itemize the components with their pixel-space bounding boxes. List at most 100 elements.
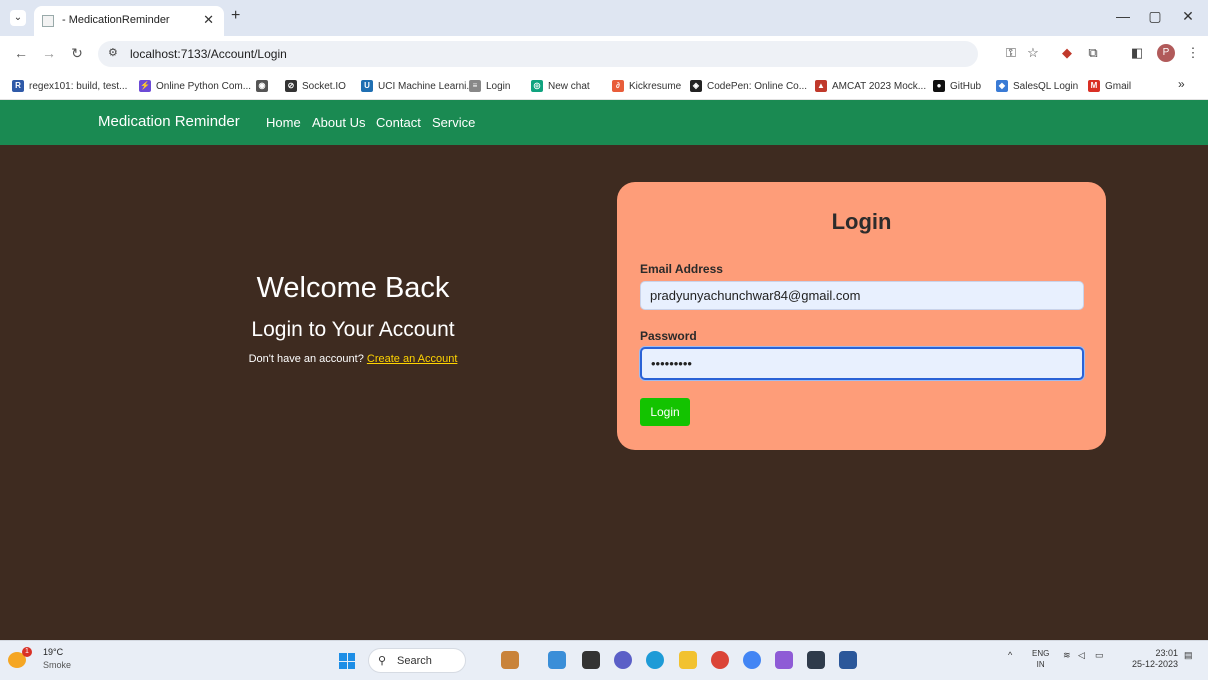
uci-icon: U bbox=[361, 80, 373, 92]
bookmark-label: Socket.IO bbox=[302, 80, 346, 92]
teams-app-icon[interactable] bbox=[548, 651, 566, 669]
weather-badge: 1 bbox=[22, 647, 32, 657]
amcat-icon: ▲ bbox=[815, 80, 827, 92]
browser-tab[interactable]: - MedicationReminder ✕ bbox=[34, 6, 224, 36]
word-icon[interactable] bbox=[839, 651, 857, 669]
create-account-link[interactable]: Create an Account bbox=[367, 353, 458, 365]
notifications-icon[interactable]: ▤ bbox=[1184, 650, 1193, 661]
login-subheading: Login to Your Account bbox=[251, 318, 455, 341]
bookmark-item[interactable]: Rregex101: build, test... bbox=[12, 78, 127, 94]
bookmark-item[interactable]: ∂ Kickresume bbox=[612, 78, 681, 94]
bookmark-item[interactable]: ◎ New chat bbox=[531, 78, 590, 94]
url-text: localhost:7133/Account/Login bbox=[130, 47, 287, 61]
weather-temperature[interactable]: 19°C bbox=[43, 647, 63, 657]
python-compiler-icon: ⚡ bbox=[139, 80, 151, 92]
bookmark-label: Gmail bbox=[1105, 80, 1132, 92]
password-field[interactable] bbox=[640, 347, 1084, 380]
bookmark-item[interactable]: M Gmail bbox=[1088, 78, 1131, 94]
clock-date: 25-12-2023 bbox=[1131, 659, 1178, 669]
email-label: Email Address bbox=[640, 262, 723, 276]
address-bar[interactable]: ⚙ localhost:7133/Account/Login bbox=[98, 41, 978, 67]
bookmark-item[interactable]: ◈ CodePen: Online Co... bbox=[690, 78, 807, 94]
browser-tab-strip: ⌄ - MedicationReminder ✕ + — ▢ ✕ bbox=[0, 0, 1208, 36]
maximize-button[interactable]: ▢ bbox=[1145, 8, 1165, 25]
bookmark-item[interactable]: ◉ bbox=[256, 78, 273, 94]
bookmark-label: Login bbox=[486, 80, 511, 92]
password-key-icon[interactable]: ⚿ bbox=[1002, 45, 1020, 61]
extension-icon[interactable]: ◆ bbox=[1058, 45, 1076, 61]
show-hidden-icons-icon[interactable]: ^ bbox=[1008, 650, 1012, 660]
browser-toolbar: ← → ↻ ⚙ localhost:7133/Account/Login ⚿ ☆… bbox=[0, 36, 1208, 72]
hero-section: Welcome Back Login to Your Account Don't… bbox=[0, 145, 1208, 640]
kickresume-icon: ∂ bbox=[612, 80, 624, 92]
site-info-icon[interactable]: ⚙ bbox=[108, 46, 118, 59]
nav-contact[interactable]: Contact bbox=[376, 115, 421, 130]
forward-arrow-icon[interactable]: → bbox=[40, 45, 58, 61]
more-bookmarks-icon[interactable]: » bbox=[1178, 77, 1185, 91]
globe-icon: ◉ bbox=[256, 80, 268, 92]
bookmark-label: GitHub bbox=[950, 80, 982, 92]
nav-service[interactable]: Service bbox=[432, 115, 475, 130]
site-brand[interactable]: Medication Reminder bbox=[98, 113, 240, 130]
taskbar-search[interactable]: ⚲ Search bbox=[368, 648, 466, 673]
socketio-icon: ⊘ bbox=[285, 80, 297, 92]
bookmark-label: CodePen: Online Co... bbox=[707, 80, 808, 92]
login-button[interactable]: Login bbox=[640, 398, 690, 426]
bookmark-item[interactable]: ▲ AMCAT 2023 Mock... bbox=[815, 78, 926, 94]
reload-icon[interactable]: ↻ bbox=[68, 45, 86, 62]
email-field[interactable] bbox=[640, 281, 1084, 310]
bookmark-item[interactable]: ≡ Login bbox=[469, 78, 510, 94]
visual-studio-icon[interactable] bbox=[775, 651, 793, 669]
profile-avatar[interactable]: P bbox=[1157, 44, 1175, 62]
bookmark-item[interactable]: ◆ SalesQL Login bbox=[996, 78, 1078, 94]
bookmark-item[interactable]: ● GitHub bbox=[933, 78, 981, 94]
bookmark-label: New chat bbox=[548, 80, 590, 92]
chrome-profile-icon[interactable] bbox=[743, 651, 761, 669]
tab-title: - MedicationReminder bbox=[62, 14, 170, 26]
wifi-icon[interactable]: ≋ bbox=[1063, 650, 1071, 661]
volume-icon[interactable]: ◁ bbox=[1078, 650, 1085, 661]
bookmark-item[interactable]: U UCI Machine Learni... bbox=[361, 78, 475, 94]
bookmark-label: Online Python Com... bbox=[156, 80, 252, 92]
close-window-button[interactable]: ✕ bbox=[1178, 8, 1198, 25]
nav-home[interactable]: Home bbox=[266, 115, 301, 130]
new-tab-button[interactable]: + bbox=[231, 7, 240, 25]
language-indicator[interactable]: ENG IN bbox=[1032, 648, 1049, 670]
edge-browser-icon[interactable] bbox=[646, 651, 664, 669]
chrome-icon[interactable] bbox=[711, 651, 729, 669]
extensions-puzzle-icon[interactable]: ⧉ bbox=[1084, 45, 1102, 61]
login-bookmark-icon: ≡ bbox=[469, 80, 481, 92]
search-icon: ⚲ bbox=[378, 655, 387, 667]
region-code: IN bbox=[1036, 660, 1045, 669]
page-favicon-icon bbox=[42, 15, 54, 27]
bookmark-label: SalesQL Login bbox=[1013, 80, 1079, 92]
battery-icon[interactable]: ▭ bbox=[1095, 650, 1104, 661]
back-arrow-icon[interactable]: ← bbox=[12, 45, 30, 61]
gmail-icon: M bbox=[1088, 80, 1100, 92]
bookmark-star-icon[interactable]: ☆ bbox=[1024, 45, 1042, 61]
login-card: Login Email Address Password Login bbox=[617, 182, 1106, 450]
menu-kebab-icon[interactable]: ⋮ bbox=[1184, 45, 1202, 61]
bookmark-item[interactable]: ⚡ Online Python Com... bbox=[139, 78, 251, 94]
chat-app-icon[interactable] bbox=[614, 651, 632, 669]
widgets-app-icon[interactable] bbox=[501, 651, 519, 669]
weather-description[interactable]: Smoke bbox=[43, 660, 71, 670]
tab-search-dropdown[interactable]: ⌄ bbox=[10, 10, 26, 26]
tab-close-icon[interactable]: ✕ bbox=[203, 12, 214, 28]
signup-prompt: Don't have an account? Create an Account bbox=[0, 353, 706, 365]
minimize-button[interactable]: — bbox=[1113, 8, 1133, 24]
welcome-heading: Welcome Back bbox=[256, 272, 450, 304]
clock[interactable]: 23:01 25-12-2023 bbox=[1122, 648, 1178, 670]
windows-start-icon[interactable] bbox=[339, 653, 355, 669]
codepen-icon: ◈ bbox=[690, 80, 702, 92]
side-panel-icon[interactable]: ◧ bbox=[1128, 45, 1146, 61]
bookmark-item[interactable]: ⊘ Socket.IO bbox=[285, 78, 346, 94]
regex101-icon: R bbox=[12, 80, 24, 92]
file-explorer-icon[interactable] bbox=[679, 651, 697, 669]
taskbar-search-label: Search bbox=[397, 655, 432, 667]
terminal-icon[interactable] bbox=[807, 651, 825, 669]
chatgpt-icon: ◎ bbox=[531, 80, 543, 92]
bookmark-label: AMCAT 2023 Mock... bbox=[832, 80, 927, 92]
task-view-icon[interactable] bbox=[582, 651, 600, 669]
nav-about-us[interactable]: About Us bbox=[312, 115, 365, 130]
